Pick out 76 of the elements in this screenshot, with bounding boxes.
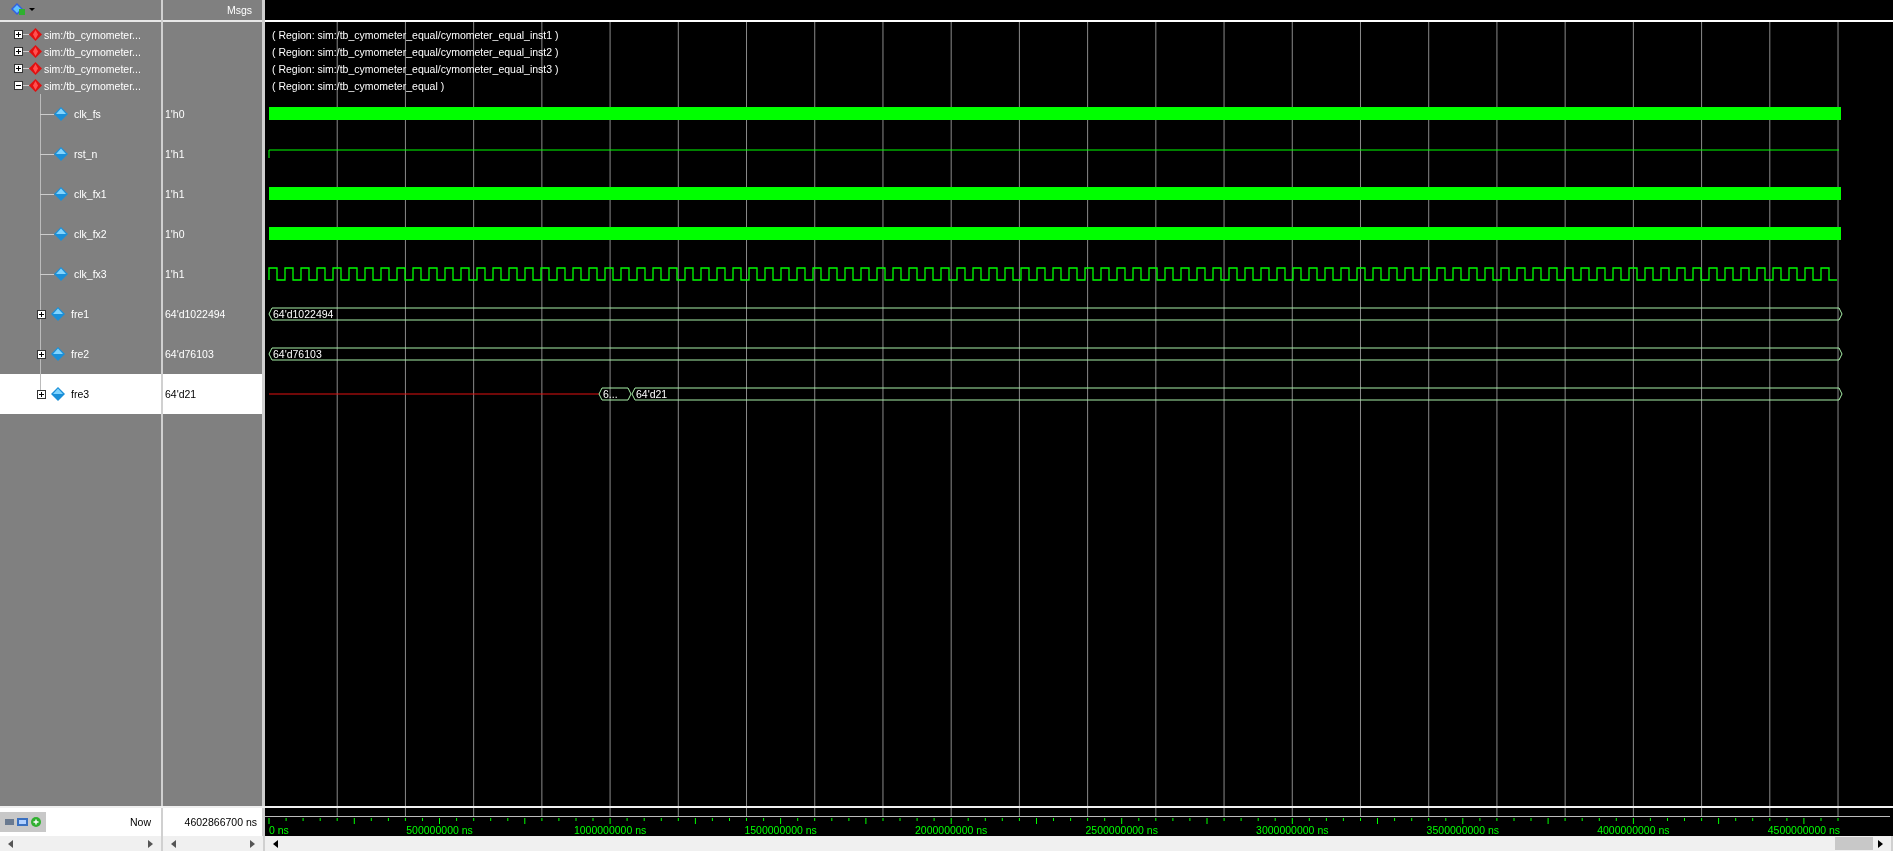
expand-icon[interactable]	[37, 309, 46, 319]
signal-row[interactable]: fre3	[0, 374, 161, 414]
group-label[interactable]: sim:/tb_cymometer...	[44, 62, 141, 75]
signal-diamond-icon	[51, 307, 65, 321]
expand-icon[interactable]	[14, 30, 23, 39]
group-diamond-icon	[29, 62, 42, 75]
group-diamond-icon	[29, 45, 42, 58]
signal-name: clk_fs	[74, 108, 101, 120]
scroll-right-icon[interactable]	[1877, 839, 1883, 848]
time-label: 4000000000 ns	[1597, 824, 1670, 836]
scroll-left-icon[interactable]	[171, 839, 177, 848]
group-diamond-icon	[29, 79, 42, 92]
signal-name: fre2	[71, 348, 90, 360]
time-label: 1500000000 ns	[744, 824, 817, 836]
signal-row[interactable]: fre1	[0, 294, 161, 334]
cursor-tools-icon[interactable]	[0, 812, 46, 832]
time-label: 2000000000 ns	[915, 824, 988, 836]
signal-row[interactable]: clk_fx3	[0, 254, 161, 294]
expand-icon[interactable]	[14, 47, 23, 56]
region-label: ( Region: sim:/tb_cymometer_equal )	[272, 79, 445, 92]
signal-diamond-icon	[51, 347, 65, 361]
signal-row[interactable]: rst_n	[0, 134, 161, 174]
signal-diamond-icon	[54, 187, 68, 201]
signal-name: fre3	[71, 388, 90, 400]
signal-name: clk_fx3	[74, 268, 107, 280]
bus-value: 64'd1022494	[273, 308, 334, 320]
bus-value: 64'd76103	[273, 348, 322, 360]
time-label: 2500000000 ns	[1085, 824, 1158, 836]
signal-diamond-icon	[54, 267, 68, 281]
collapse-icon[interactable]	[14, 81, 23, 90]
scroll-left-icon[interactable]	[273, 839, 279, 848]
signal-name: clk_fx1	[74, 188, 107, 200]
scrollbar-thumb[interactable]	[1835, 837, 1873, 850]
cursor-label: Now	[130, 816, 151, 828]
bus-value: 6...	[603, 388, 618, 400]
expand-icon[interactable]	[37, 389, 46, 399]
region-label: ( Region: sim:/tb_cymometer_equal/cymometer_equal_inst2 )	[272, 45, 559, 58]
signal-diamond-icon	[51, 387, 65, 401]
time-label: 3000000000 ns	[1256, 824, 1329, 836]
scroll-right-icon[interactable]	[249, 839, 255, 848]
time-label: 4500000000 ns	[1767, 824, 1841, 836]
cursor-time: 4602866700 ns	[184, 816, 257, 828]
signal-value: 64'd21	[165, 388, 197, 400]
expand-icon[interactable]	[37, 349, 46, 359]
signal-name: clk_fx2	[74, 228, 107, 240]
signal-diamond-icon	[54, 147, 68, 161]
group-diamond-icon	[29, 28, 42, 41]
time-label: 3500000000 ns	[1426, 824, 1499, 836]
signal-diamond-icon	[54, 107, 68, 121]
region-label: ( Region: sim:/tb_cymometer_equal/cymometer_equal_inst3 )	[272, 62, 559, 75]
signal-value: 1'h1	[165, 268, 185, 280]
signal-row[interactable]: clk_fx2	[0, 214, 161, 254]
region-label: ( Region: sim:/tb_cymometer_equal/cymometer_equal_inst1 )	[272, 28, 559, 41]
bus-value: 64'd21	[636, 388, 668, 400]
time-label: 500000000 ns	[406, 824, 473, 836]
group-label[interactable]: sim:/tb_cymometer...	[44, 79, 141, 92]
scroll-left-icon[interactable]	[8, 839, 14, 848]
signal-value: 64'd1022494	[165, 308, 226, 320]
signal-name: fre1	[71, 308, 90, 320]
signal-value: 1'h1	[165, 188, 185, 200]
signal-row[interactable]: clk_fs	[0, 94, 161, 134]
time-label: 0 ns	[269, 824, 289, 836]
signal-value: 1'h1	[165, 148, 185, 160]
group-label[interactable]: sim:/tb_cymometer...	[44, 28, 141, 41]
scroll-right-icon[interactable]	[147, 839, 153, 848]
signal-value: 64'd76103	[165, 348, 214, 360]
signal-diamond-icon	[54, 227, 68, 241]
signal-row[interactable]: clk_fx1	[0, 174, 161, 214]
time-label: 1000000000 ns	[573, 824, 647, 836]
group-label[interactable]: sim:/tb_cymometer...	[44, 45, 141, 58]
expand-icon[interactable]	[14, 64, 23, 73]
wave-toolbar-icon[interactable]	[10, 3, 36, 17]
values-header: Msgs	[226, 4, 252, 16]
signal-value: 1'h0	[165, 228, 185, 240]
signal-name: rst_n	[74, 148, 98, 160]
signal-value: 1'h0	[165, 108, 185, 120]
